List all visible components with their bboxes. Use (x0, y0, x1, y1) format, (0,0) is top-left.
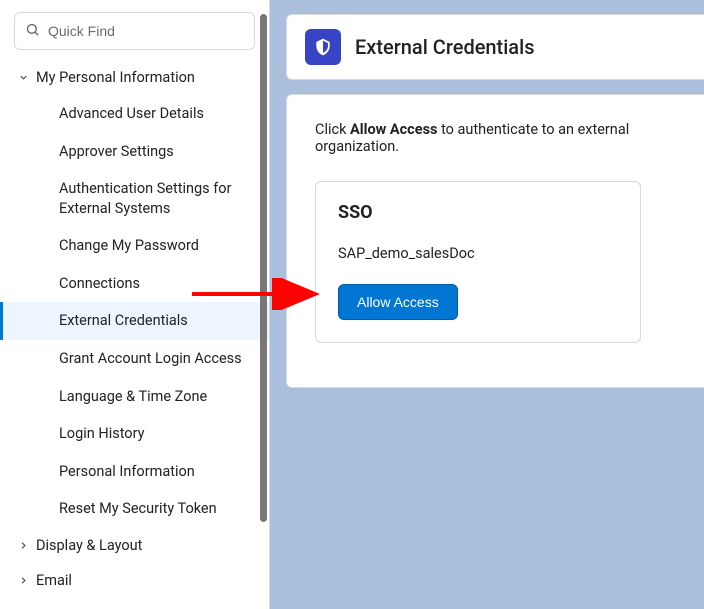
nav-section-display-layout[interactable]: Display & Layout (0, 528, 269, 563)
nav-section-email[interactable]: Email (0, 563, 269, 598)
nav-item-personal-information[interactable]: Personal Information (0, 453, 269, 491)
nav-item-approver-settings[interactable]: Approver Settings (0, 133, 269, 171)
nav-item-reset-my-security-token[interactable]: Reset My Security Token (0, 490, 269, 528)
nav-section-label: Email (36, 572, 72, 589)
page-title: External Credentials (355, 35, 534, 59)
sidebar-scrollbar[interactable] (260, 14, 267, 522)
nav-item-grant-account-login-access[interactable]: Grant Account Login Access (0, 340, 269, 378)
page-body: Click Allow Access to authenticate to an… (286, 94, 704, 388)
nav-section-label: Display & Layout (36, 537, 142, 554)
search-icon (25, 22, 40, 41)
chevron-down-icon (16, 72, 30, 83)
instruction-text: Click Allow Access to authenticate to an… (315, 121, 676, 155)
nav-item-language-time-zone[interactable]: Language & Time Zone (0, 378, 269, 416)
quick-find-search[interactable] (14, 12, 255, 50)
nav-item-change-my-password[interactable]: Change My Password (0, 227, 269, 265)
settings-sidebar: My Personal Information Advanced User De… (0, 0, 270, 609)
credential-name: SAP_demo_salesDoc (338, 245, 618, 262)
page-header: External Credentials (286, 14, 704, 80)
nav-section-chatter[interactable]: Chatter (0, 598, 269, 609)
nav-item-authentication-settings[interactable]: Authentication Settings for External Sys… (0, 170, 269, 227)
chevron-right-icon (16, 540, 30, 551)
settings-nav: My Personal Information Advanced User De… (0, 60, 269, 609)
shield-icon (305, 29, 341, 65)
credential-type: SSO (338, 202, 618, 223)
nav-section-label: My Personal Information (36, 69, 195, 86)
nav-section-my-personal-information[interactable]: My Personal Information (0, 60, 269, 95)
credential-card: SSO SAP_demo_salesDoc Allow Access (315, 181, 641, 343)
nav-item-external-credentials[interactable]: External Credentials (0, 302, 269, 340)
main-content: External Credentials Click Allow Access … (270, 0, 704, 609)
nav-item-advanced-user-details[interactable]: Advanced User Details (0, 95, 269, 133)
chevron-right-icon (16, 575, 30, 586)
nav-item-login-history[interactable]: Login History (0, 415, 269, 453)
nav-item-connections[interactable]: Connections (0, 265, 269, 303)
allow-access-button[interactable]: Allow Access (338, 284, 458, 320)
search-input[interactable] (48, 23, 244, 39)
